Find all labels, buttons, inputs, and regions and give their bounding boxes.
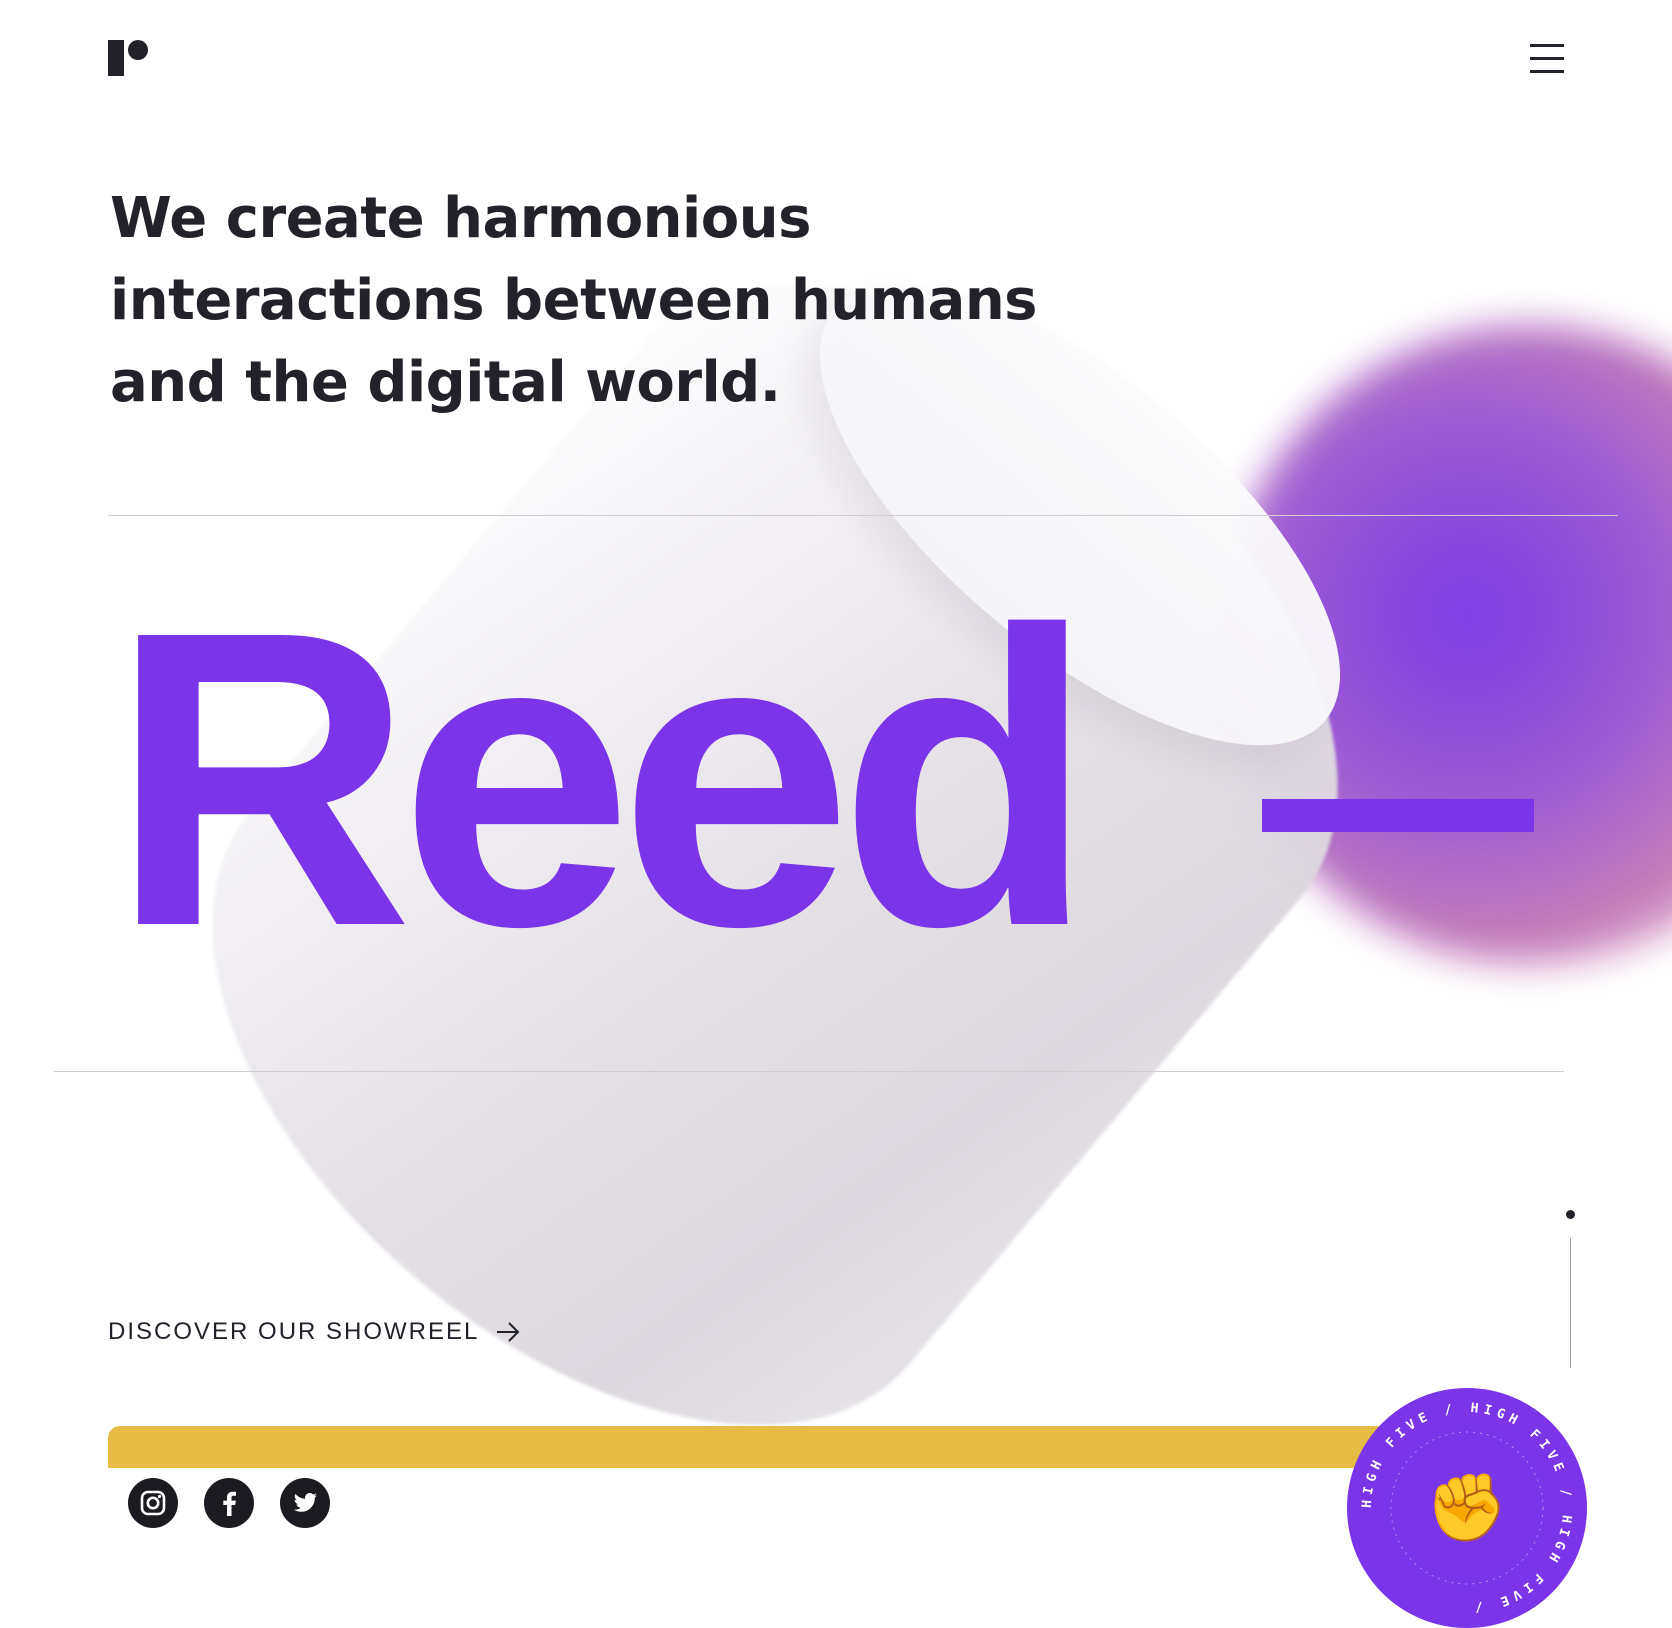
showreel-label: DISCOVER OUR SHOWREEL	[108, 1318, 480, 1345]
menu-line	[1530, 57, 1564, 60]
logo-dot	[128, 40, 148, 60]
facebook-link[interactable]	[204, 1478, 254, 1528]
page: We create harmonious interactions betwee…	[0, 0, 1672, 1628]
high-five-badge[interactable]: HIGH FIVE / HIGH FIVE / HIGH FIVE / ✊	[1347, 1388, 1587, 1628]
social-links	[128, 1478, 330, 1528]
hero-tagline: We create harmonious interactions betwee…	[110, 178, 1038, 424]
menu-line	[1530, 70, 1564, 73]
raised-fist-icon: ✊	[1425, 1469, 1509, 1546]
arrow-right-icon	[495, 1321, 521, 1343]
logo-bar	[108, 40, 124, 76]
tagline-line-1: We create harmonious	[110, 186, 811, 251]
divider-top	[108, 515, 1618, 516]
reed-logo-icon[interactable]	[108, 40, 150, 76]
instagram-icon	[140, 1490, 166, 1516]
instagram-link[interactable]	[128, 1478, 178, 1528]
twitter-icon	[293, 1493, 317, 1512]
divider-bottom	[54, 1071, 1564, 1072]
twitter-link[interactable]	[280, 1478, 330, 1528]
hamburger-menu-icon[interactable]	[1530, 44, 1564, 76]
showreel-link[interactable]: DISCOVER OUR SHOWREEL	[108, 1318, 521, 1346]
brand-wordmark: Reed	[110, 545, 1095, 1014]
tagline-line-3: and the digital world.	[110, 350, 781, 415]
yellow-bar	[108, 1426, 1388, 1468]
menu-line	[1530, 44, 1564, 47]
wordmark-dash	[1262, 799, 1534, 832]
scroll-indicator-dot	[1566, 1210, 1575, 1219]
scroll-indicator-line[interactable]	[1570, 1238, 1571, 1368]
tagline-line-2: interactions between humans	[110, 268, 1038, 333]
facebook-icon	[223, 1491, 236, 1516]
